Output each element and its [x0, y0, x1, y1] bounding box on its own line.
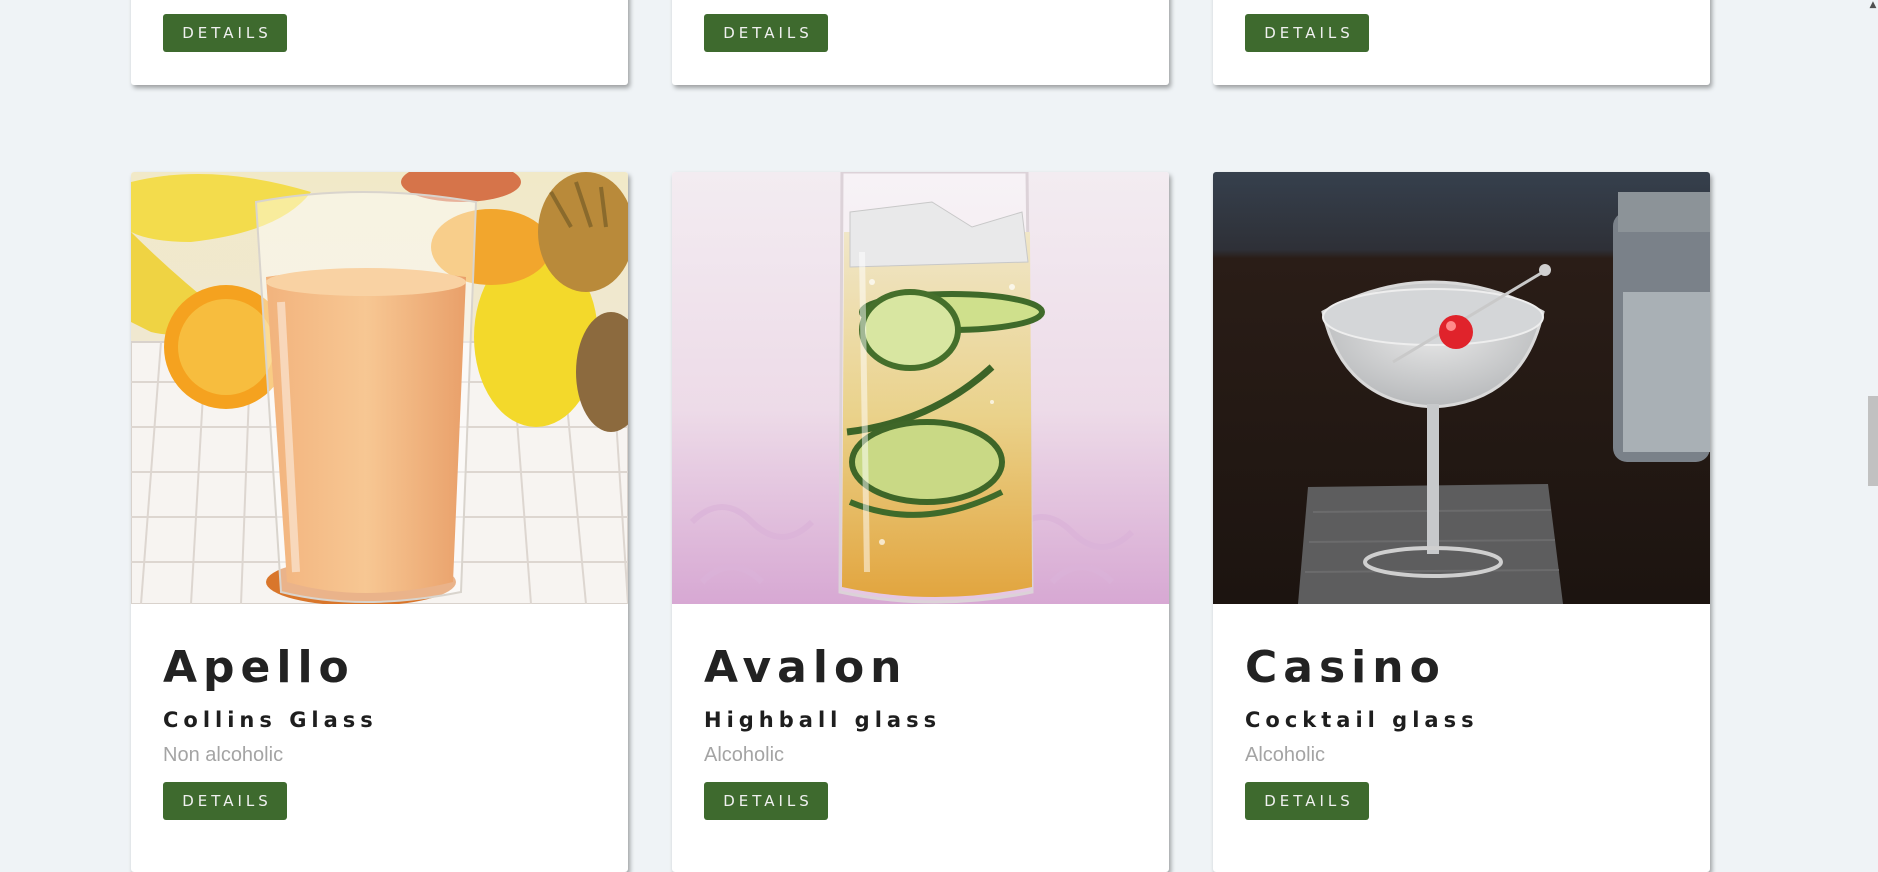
- details-button[interactable]: DETAILS: [1245, 782, 1369, 820]
- chevron-up-icon[interactable]: ▲: [1868, 0, 1878, 10]
- details-button[interactable]: DETAILS: [1245, 14, 1369, 52]
- glass-type: Collins Glass: [163, 708, 378, 732]
- details-button[interactable]: DETAILS: [704, 782, 828, 820]
- alcoholic-type: Non alcoholic: [163, 744, 284, 766]
- drink-name: Casino: [1245, 642, 1446, 693]
- drink-card-avalon: Avalon Highball glass Alcoholic DETAILS: [672, 172, 1169, 872]
- drink-name: Apello: [163, 642, 355, 693]
- details-button[interactable]: DETAILS: [163, 14, 287, 52]
- scrollbar-thumb[interactable]: [1868, 396, 1878, 486]
- drink-image[interactable]: [1213, 172, 1710, 604]
- drink-image[interactable]: [131, 172, 628, 604]
- drink-card-top-1: DETAILS: [131, 0, 628, 85]
- drink-name: Avalon: [704, 642, 908, 693]
- glass-type: Cocktail glass: [1245, 708, 1479, 732]
- alcoholic-type: Alcoholic: [704, 744, 785, 766]
- details-button[interactable]: DETAILS: [163, 782, 287, 820]
- drink-card-apello: Apello Collins Glass Non alcoholic DETAI…: [131, 172, 628, 872]
- drink-card-casino: Casino Cocktail glass Alcoholic DETAILS: [1213, 172, 1710, 872]
- details-button[interactable]: DETAILS: [704, 14, 828, 52]
- coupe-cocktail-image: [1213, 172, 1710, 604]
- highball-cucumber-image: [672, 172, 1169, 604]
- glass-type: Highball glass: [704, 708, 942, 732]
- alcoholic-type: Alcoholic: [1245, 744, 1326, 766]
- drink-card-top-3: DETAILS: [1213, 0, 1710, 85]
- drink-image[interactable]: [672, 172, 1169, 604]
- drink-card-top-2: DETAILS: [672, 0, 1169, 85]
- orange-juice-glass-image: [131, 172, 628, 604]
